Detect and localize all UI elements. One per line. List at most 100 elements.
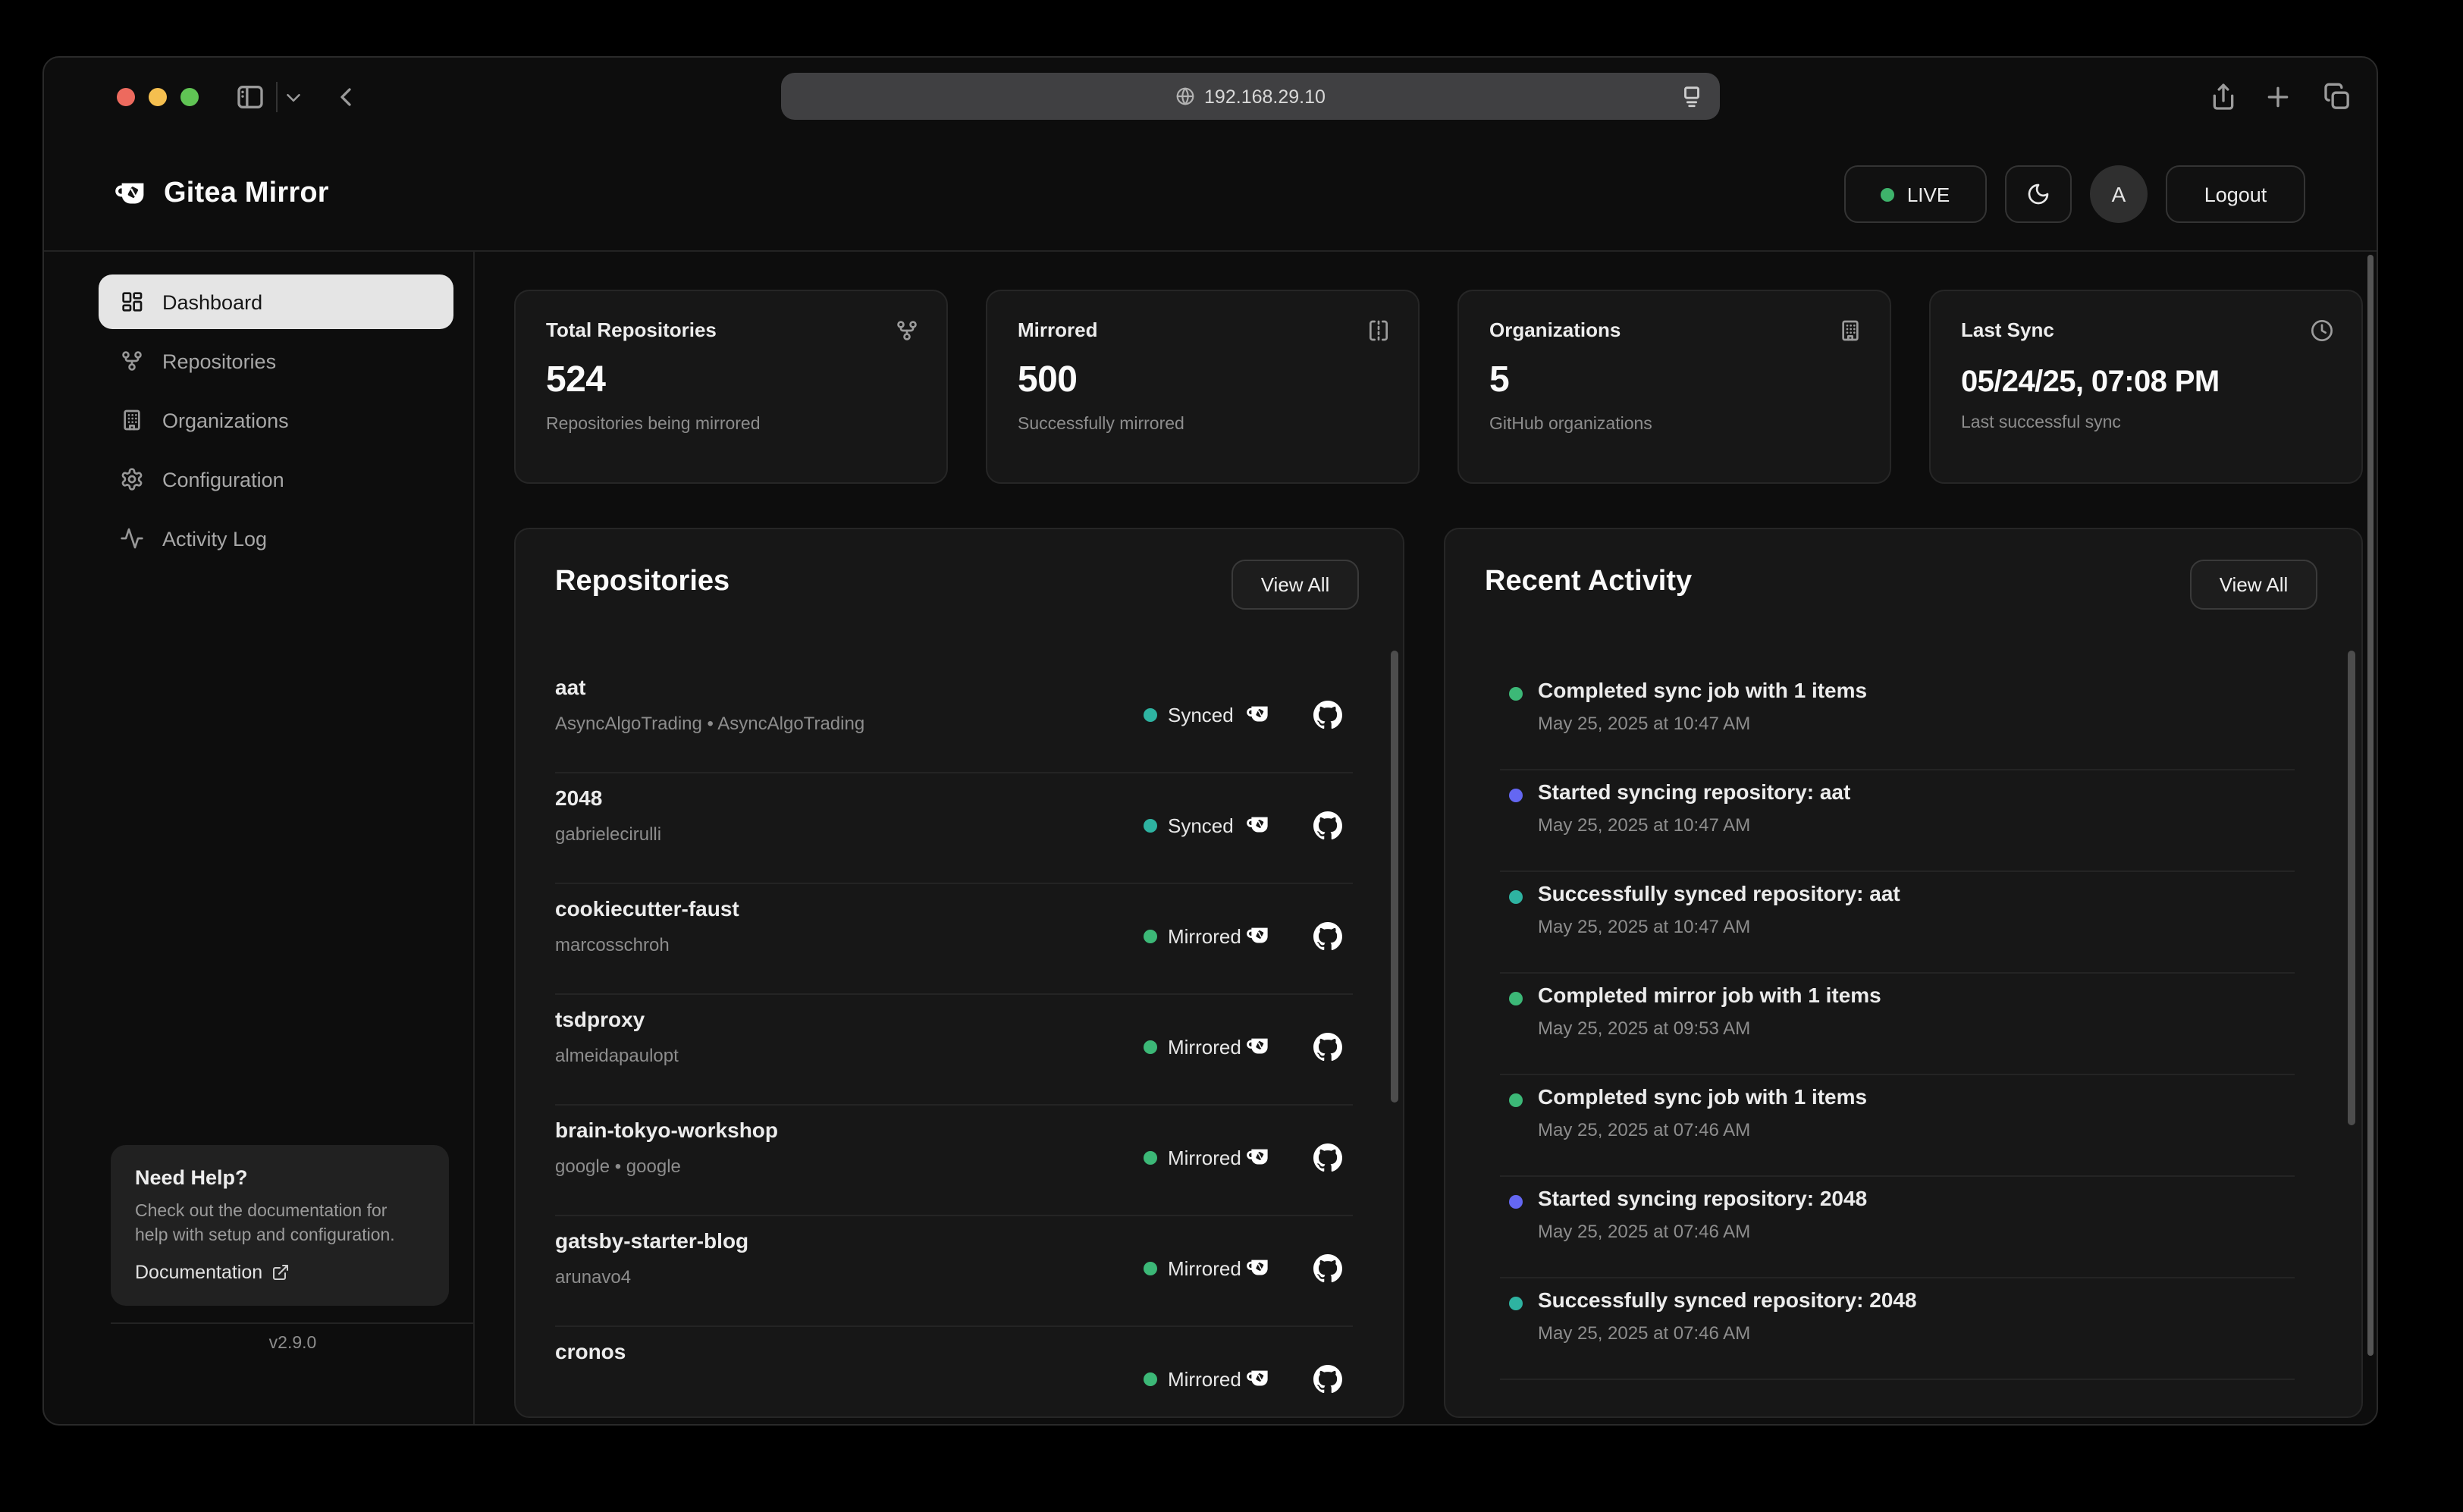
activity-status-dot [1509,890,1523,904]
repository-status-dot [1144,930,1157,943]
app-header: Gitea Mirror LIVE A Logout [44,138,2377,252]
github-icon[interactable] [1313,811,1342,840]
sidebar-item-repositories[interactable]: Repositories [99,334,453,388]
github-icon[interactable] [1313,1365,1342,1394]
sidebar-item-activity-log[interactable]: Activity Log [99,511,453,566]
github-icon[interactable] [1313,1143,1342,1172]
documentation-link[interactable]: Documentation [135,1262,425,1283]
app-logo[interactable]: Gitea Mirror [115,177,329,212]
gitea-cup-icon[interactable] [1247,1034,1272,1060]
activity-view-all-button[interactable]: View All [2190,560,2317,610]
gitea-cup-icon [115,177,150,212]
activity-text: Started syncing repository: aat [1538,780,1850,804]
new-tab-icon[interactable] [2263,82,2293,112]
sidebar: Dashboard Repositories Organizations Con… [44,252,475,1424]
activity-text: Successfully synced repository: 2048 [1538,1288,1917,1312]
address-bar[interactable]: 192.168.29.10 [781,73,1720,120]
theme-toggle-button[interactable] [2005,165,2072,223]
gitea-cup-icon[interactable] [1247,702,1272,728]
repository-row: brain-tokyo-workshop google • google Mir… [555,1106,1353,1216]
tab-overview-icon[interactable] [2322,82,2352,112]
sidebar-item-icon [120,290,144,314]
sidebar-item-dashboard[interactable]: Dashboard [99,274,453,329]
stat-title: Last Sync [1961,318,2331,341]
chevron-down-icon[interactable] [282,86,305,109]
gitea-cup-icon[interactable] [1247,813,1272,839]
github-icon[interactable] [1313,1033,1342,1062]
activity-list: Completed sync job with 1 items May 25, … [1445,669,2361,1416]
activity-text: Successfully synced repository: aat [1538,881,1900,905]
gitea-cup-icon[interactable] [1247,1366,1272,1392]
screen: 192.168.29.10 Gitea Mirror LIVE [0,0,2463,1512]
stat-icon [895,318,919,343]
sidebar-nav: Dashboard Repositories Organizations Con… [99,274,453,566]
sidebar-item-configuration[interactable]: Configuration [99,452,453,507]
app-title: Gitea Mirror [164,177,329,211]
repositories-scrollbar[interactable] [1391,651,1398,1103]
repository-status-dot [1144,708,1157,722]
activity-status-dot [1509,687,1523,701]
view-all-label: View All [1261,573,1330,596]
help-title: Need Help? [135,1166,425,1189]
github-icon[interactable] [1313,701,1342,729]
help-card: Need Help? Check out the documentation f… [111,1145,449,1306]
avatar[interactable]: A [2090,165,2148,223]
view-all-label: View All [2220,573,2289,596]
repository-status-dot [1144,1372,1157,1386]
repository-owner: AsyncAlgoTrading • AsyncAlgoTrading [555,713,864,734]
repositories-panel-title: Repositories [555,566,729,599]
sidebar-toggle-icon[interactable] [235,82,265,112]
stat-title: Organizations [1489,318,1859,341]
repositories-view-all-button[interactable]: View All [1232,560,1359,610]
sidebar-item-label: Repositories [162,350,276,372]
repository-status-label: Mirrored [1168,1368,1241,1391]
repository-owner: almeidapaulopt [555,1045,679,1066]
activity-status-dot [1509,1195,1523,1209]
sidebar-item-label: Dashboard [162,290,262,313]
repository-status-label: Synced [1168,704,1234,726]
repository-status-dot [1144,1151,1157,1165]
sidebar-item-organizations[interactable]: Organizations [99,393,453,447]
back-button[interactable] [331,82,361,112]
stat-value: 05/24/25, 07:08 PM [1961,365,2331,400]
external-link-icon [271,1263,290,1281]
sidebar-item-icon [120,467,144,491]
sidebar-item-label: Organizations [162,409,289,431]
activity-scrollbar[interactable] [2348,651,2355,1125]
sidebar-divider [111,1322,475,1324]
activity-item: Started syncing repository: aat May 25, … [1445,770,2361,872]
live-status-button[interactable]: LIVE [1844,165,1987,223]
share-icon[interactable] [2208,82,2239,112]
live-label: LIVE [1907,183,1950,205]
repository-status-label: Mirrored [1168,1036,1241,1059]
activity-text: Completed sync job with 1 items [1538,678,1867,702]
app-version: v2.9.0 [111,1335,475,1353]
repository-status-dot [1144,1262,1157,1275]
repository-status-label: Mirrored [1168,1147,1241,1169]
gitea-cup-icon[interactable] [1247,1145,1272,1171]
activity-status-dot [1509,1297,1523,1310]
gitea-cup-icon[interactable] [1247,924,1272,949]
activity-divider [1500,1379,2295,1380]
stat-title: Total Repositories [546,318,916,341]
page-settings-icon[interactable] [1679,83,1705,109]
repository-status-dot [1144,1040,1157,1054]
repository-owner: arunavo4 [555,1266,631,1288]
github-icon[interactable] [1313,1254,1342,1283]
live-dot [1881,187,1895,201]
activity-item: Successfully synced repository: aat May … [1445,872,2361,974]
repository-name: brain-tokyo-workshop [555,1118,778,1142]
gitea-cup-icon[interactable] [1247,1256,1272,1281]
toolbar-divider [276,82,278,112]
avatar-initial: A [2112,182,2126,206]
window-scrollbar[interactable] [2367,255,2374,1356]
close-window-button[interactable] [117,88,135,106]
repository-row: tsdproxy almeidapaulopt Mirrored [555,995,1353,1106]
activity-text: Completed sync job with 1 items [1538,1084,1867,1109]
repository-row: gatsby-starter-blog arunavo4 Mirrored [555,1216,1353,1327]
activity-timestamp: May 25, 2025 at 10:47 AM [1538,713,1750,734]
github-icon[interactable] [1313,922,1342,951]
minimize-window-button[interactable] [149,88,167,106]
zoom-window-button[interactable] [180,88,199,106]
logout-button[interactable]: Logout [2166,165,2305,223]
